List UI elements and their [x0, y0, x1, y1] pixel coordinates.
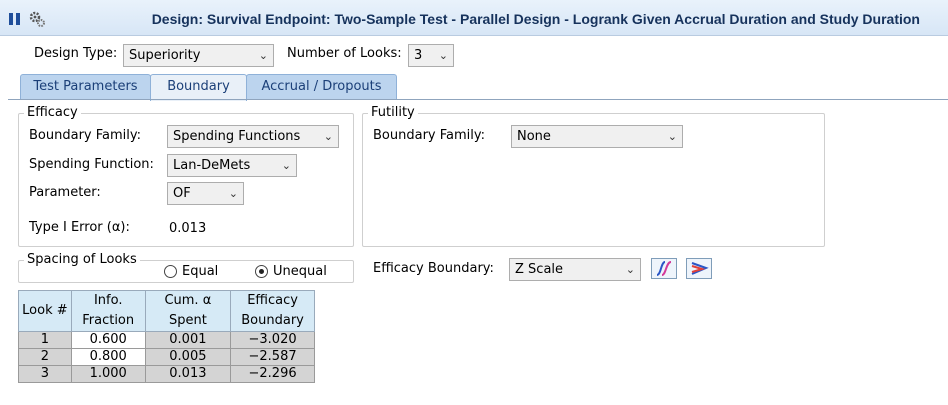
title-bar: Design: Survival Endpoint: Two-Sample Te…: [0, 0, 948, 36]
design-type-value: Superiority: [129, 48, 201, 63]
window-title: Design: Survival Endpoint: Two-Sample Te…: [151, 11, 920, 27]
tab-boundary[interactable]: Boundary: [150, 74, 247, 101]
error-spending-chart-button[interactable]: [686, 258, 712, 279]
futility-boundary-family-label: Boundary Family:: [373, 128, 486, 143]
chevron-down-icon: ⌄: [281, 159, 291, 172]
futility-boundary-family-select[interactable]: None ⌄: [511, 125, 683, 148]
header-info-fraction: Info. Fraction: [70, 290, 146, 332]
info-fraction-cell[interactable]: 0.800: [70, 348, 146, 366]
efficacy-boundary-scale-select[interactable]: Z Scale ⌄: [509, 258, 641, 281]
look-number-cell: 3: [18, 365, 72, 383]
chevron-down-icon: ⌄: [625, 263, 635, 276]
header-look-number: Look #: [18, 290, 72, 332]
chevron-down-icon: ⌄: [323, 130, 333, 143]
tab-test-parameters[interactable]: Test Parameters: [20, 74, 151, 100]
info-fraction-cell: 1.000: [70, 365, 146, 383]
type1-error-label: Type I Error (α):: [29, 220, 130, 235]
design-type-select[interactable]: Superiority ⌄: [123, 44, 274, 67]
spending-function-label: Spending Function:: [29, 157, 154, 172]
efficacy-boundary-family-select[interactable]: Spending Functions ⌄: [167, 125, 339, 148]
header-efficacy-boundary: Efficacy Boundary: [230, 290, 315, 332]
number-of-looks-value: 3: [414, 48, 423, 63]
spending-function-value: Lan-DeMets: [173, 158, 251, 173]
look-number-cell: 1: [18, 331, 72, 349]
efficacy-boundary-family-value: Spending Functions: [173, 129, 301, 144]
gears-icon[interactable]: [28, 10, 46, 28]
cum-alpha-cell: 0.001: [144, 331, 232, 349]
error-spending-chart-icon: [691, 262, 709, 275]
number-of-looks-label: Number of Looks:: [287, 46, 402, 61]
info-fraction-cell[interactable]: 0.600: [70, 331, 146, 349]
look-number-cell: 2: [18, 348, 72, 366]
chevron-down-icon: ⌄: [667, 130, 677, 143]
futility-title: Futility: [368, 105, 418, 120]
boundary-chart-button[interactable]: [651, 258, 677, 279]
table-header-row: Look # Info. Fraction Cum. α Spent Efficac…: [18, 290, 315, 332]
efficacy-boundary-cell: −2.296: [230, 365, 315, 383]
efficacy-boundary-cell: −3.020: [230, 331, 315, 349]
type1-error-value: 0.013: [169, 221, 207, 236]
pause-icon[interactable]: [6, 10, 24, 28]
unequal-label: Unequal: [273, 264, 327, 279]
table-row: 3 1.000 0.013 −2.296: [18, 365, 315, 383]
spending-function-select[interactable]: Lan-DeMets ⌄: [167, 154, 297, 177]
equal-label: Equal: [182, 264, 219, 279]
efficacy-boundary-label: Efficacy Boundary:: [373, 261, 494, 276]
efficacy-boundary-family-label: Boundary Family:: [29, 128, 142, 143]
equal-radio[interactable]: [164, 265, 177, 278]
number-of-looks-select[interactable]: 3 ⌄: [408, 44, 454, 67]
unequal-radio[interactable]: [255, 265, 268, 278]
tab-divider: [8, 99, 948, 100]
efficacy-title: Efficacy: [24, 105, 81, 120]
efficacy-boundary-cell: −2.587: [230, 348, 315, 366]
design-type-label: Design Type:: [34, 46, 118, 61]
parameter-label: Parameter:: [29, 185, 101, 200]
cum-alpha-cell: 0.005: [144, 348, 232, 366]
boundary-chart-icon: [656, 261, 672, 276]
futility-boundary-family-value: None: [517, 129, 551, 144]
spacing-of-looks-title: Spacing of Looks: [24, 252, 140, 267]
parameter-value: OF: [173, 186, 191, 201]
table-row: 2 0.800 0.005 −2.587: [18, 348, 315, 366]
tab-accrual-dropouts[interactable]: Accrual / Dropouts: [246, 74, 397, 100]
efficacy-boundary-scale-value: Z Scale: [515, 262, 564, 277]
chevron-down-icon: ⌄: [258, 49, 268, 62]
chevron-down-icon: ⌄: [438, 49, 448, 62]
header-cum-alpha-spent: Cum. α Spent: [144, 290, 232, 332]
parameter-select[interactable]: OF ⌄: [167, 182, 244, 205]
chevron-down-icon: ⌄: [228, 187, 238, 200]
cum-alpha-cell: 0.013: [144, 365, 232, 383]
table-row: 1 0.600 0.001 −3.020: [18, 331, 315, 349]
looks-table: Look # Info. Fraction Cum. α Spent Efficac…: [18, 290, 315, 383]
